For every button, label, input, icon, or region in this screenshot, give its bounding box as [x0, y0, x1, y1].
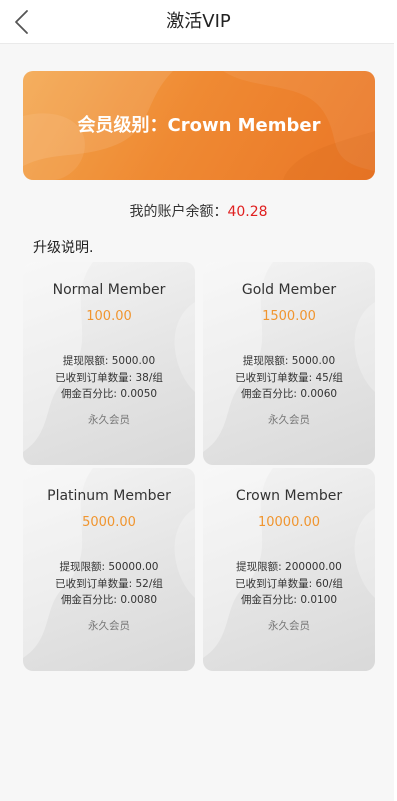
- plan-price: 10000.00: [257, 515, 321, 530]
- upgrade-description-title: 升级说明.: [33, 240, 94, 256]
- member-level-label: 会员级别：: [77, 115, 168, 136]
- plan-details: 提现限额: 5000.00 已收到订单数量: 38/组 佣金百分比: 0.005…: [23, 353, 195, 403]
- plan-name: Platinum Member: [47, 488, 171, 504]
- plan-orders: 已收到订单数量: 45/组: [235, 371, 343, 384]
- plan-name: Normal Member: [52, 282, 166, 298]
- plan-card-crown[interactable]: Crown Member 10000.00 提现限额: 200000.00 已收…: [203, 468, 375, 671]
- plan-orders: 已收到订单数量: 60/组: [235, 577, 343, 590]
- plan-details: 提现限额: 200000.00 已收到订单数量: 60/组 佣金百分比: 0.0…: [203, 559, 375, 609]
- plan-name: Gold Member: [241, 282, 337, 298]
- plan-commission: 佣金百分比: 0.0050: [60, 388, 158, 400]
- plan-details: 提现限额: 5000.00 已收到订单数量: 45/组 佣金百分比: 0.006…: [203, 353, 375, 403]
- plan-details: 提现限额: 50000.00 已收到订单数量: 52/组 佣金百分比: 0.00…: [23, 559, 195, 609]
- plan-card-normal[interactable]: Normal Member 100.00 提现限额: 5000.00 已收到订单…: [23, 262, 195, 465]
- plan-card-gold[interactable]: Gold Member 1500.00 提现限额: 5000.00 已收到订单数…: [203, 262, 375, 465]
- plan-orders: 已收到订单数量: 52/组: [55, 577, 163, 590]
- page-title: 激活VIP: [166, 11, 231, 32]
- member-level-value: Crown Member: [167, 115, 321, 136]
- plan-withdraw-limit: 提现限额: 200000.00: [236, 561, 342, 573]
- balance-label: 我的账户余额：: [129, 204, 228, 220]
- plan-term: 永久会员: [268, 414, 310, 426]
- plan-commission: 佣金百分比: 0.0080: [60, 594, 158, 606]
- plan-term: 永久会员: [88, 414, 130, 426]
- plan-price: 5000.00: [82, 515, 136, 530]
- plan-price: 100.00: [86, 309, 132, 324]
- plan-card-platinum[interactable]: Platinum Member 5000.00 提现限额: 50000.00 已…: [23, 468, 195, 671]
- member-level-banner: 会员级别：Crown Member: [23, 71, 375, 180]
- plan-withdraw-limit: 提现限额: 50000.00: [59, 561, 159, 573]
- plan-name: Crown Member: [235, 488, 343, 504]
- plan-commission: 佣金百分比: 0.0100: [240, 594, 338, 606]
- plan-price: 1500.00: [262, 309, 316, 324]
- plan-term: 永久会员: [268, 620, 310, 632]
- plan-commission: 佣金百分比: 0.0060: [240, 388, 338, 400]
- plan-term: 永久会员: [88, 620, 130, 632]
- plan-withdraw-limit: 提现限额: 5000.00: [242, 355, 336, 367]
- member-level-text: 会员级别：Crown Member: [23, 71, 375, 180]
- plan-orders: 已收到订单数量: 38/组: [55, 371, 163, 384]
- account-balance: 我的账户余额：40.28: [0, 200, 397, 224]
- balance-amount: 40.28: [227, 204, 268, 220]
- plan-withdraw-limit: 提现限额: 5000.00: [62, 355, 156, 367]
- top-navbar: 激活VIP: [0, 0, 397, 44]
